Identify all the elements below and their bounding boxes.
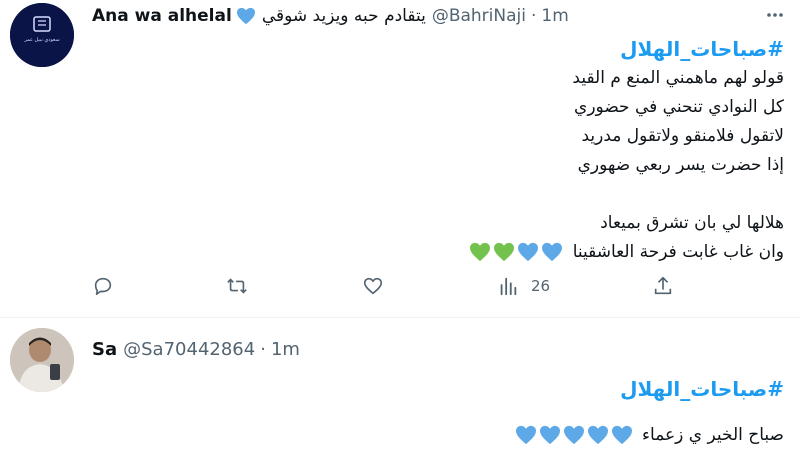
- hashtag-link[interactable]: #صباحات_الهلال: [92, 34, 784, 64]
- reply-icon: [94, 277, 112, 296]
- tweet-header: Ana wa alhelal يتقادم حبه ويزيد شوقي @Ba…: [92, 3, 760, 29]
- like-button[interactable]: [362, 272, 384, 300]
- user-name[interactable]: Sa: [92, 339, 117, 360]
- avatar-caption: سعودي نبيل عمر: [24, 37, 60, 43]
- blue-heart-icon: [587, 425, 608, 445]
- tweet-text: #صباحات_الهلال صباح الخير ي زعماء: [92, 374, 784, 450]
- avatar[interactable]: [10, 328, 74, 392]
- blue-heart-icon: [515, 425, 536, 445]
- text-line-content: وان غاب غابت فرحة العاشقينا: [572, 242, 784, 262]
- user-handle[interactable]: @Sa70442864: [123, 339, 255, 360]
- text-line: إذا حضرت يسر ربعي ضهوري: [577, 155, 784, 175]
- heart-emojis: [469, 242, 563, 262]
- text-line: لاتقول فلامنقو ولاتقول مدريد: [581, 126, 784, 146]
- action-bar: 26: [92, 272, 682, 300]
- avatar-logo-icon: [10, 3, 74, 67]
- user-name[interactable]: Ana wa alhelal: [92, 6, 232, 26]
- views-button[interactable]: 26: [497, 272, 550, 300]
- text-line: قولو لهم ماهمني المنع م القيد: [572, 68, 784, 88]
- text-line: صباح الخير ي زعماء: [92, 421, 784, 450]
- blue-heart-icon: [563, 425, 584, 445]
- tweet-header: Sa @Sa70442864 · 1m: [92, 336, 760, 362]
- blue-heart-icon: [611, 425, 632, 445]
- reply-button[interactable]: [92, 272, 114, 300]
- tweet-text: #صباحات_الهلال قولو لهم ماهمني المنع م ا…: [92, 34, 784, 267]
- separator: ·: [530, 6, 537, 26]
- like-icon: [363, 277, 383, 295]
- blue-heart-icon: [518, 242, 539, 262]
- timestamp[interactable]: 1m: [271, 339, 300, 360]
- user-bio: يتقادم حبه ويزيد شوقي: [261, 6, 426, 26]
- share-button[interactable]: [652, 272, 674, 300]
- text-line: وان غاب غابت فرحة العاشقينا: [92, 238, 784, 267]
- views-icon: [500, 277, 517, 296]
- views-count: 26: [531, 277, 551, 295]
- blue-heart-icon: [236, 7, 255, 25]
- text-line: هلالها لي بان تشرق بميعاد: [600, 213, 784, 233]
- retweet-button[interactable]: [226, 272, 248, 300]
- separator: ·: [260, 338, 266, 360]
- avatar-photo-icon: [10, 328, 74, 392]
- user-handle[interactable]: @BahriNaji: [432, 6, 526, 26]
- tweet[interactable]: سعودي نبيل عمر Ana wa alhelal يتقادم حبه…: [0, 0, 800, 318]
- avatar[interactable]: سعودي نبيل عمر: [10, 3, 74, 67]
- timestamp[interactable]: 1m: [541, 6, 568, 26]
- share-icon: [654, 276, 672, 295]
- hashtag-link[interactable]: #صباحات_الهلال: [92, 374, 784, 404]
- text-line-content: صباح الخير ي زعماء: [642, 425, 784, 445]
- blue-heart-icon: [539, 425, 560, 445]
- blue-heart-icon: [542, 242, 563, 262]
- text-line: كل النوادي تنحني في حضوري: [574, 97, 784, 117]
- more-icon[interactable]: [764, 4, 786, 26]
- green-heart-icon: [494, 242, 515, 262]
- retweet-icon: [227, 278, 247, 294]
- tweet[interactable]: Sa @Sa70442864 · 1m #صباحات_الهلال صباح …: [0, 318, 800, 459]
- heart-emojis: [515, 425, 633, 445]
- green-heart-icon: [470, 242, 491, 262]
